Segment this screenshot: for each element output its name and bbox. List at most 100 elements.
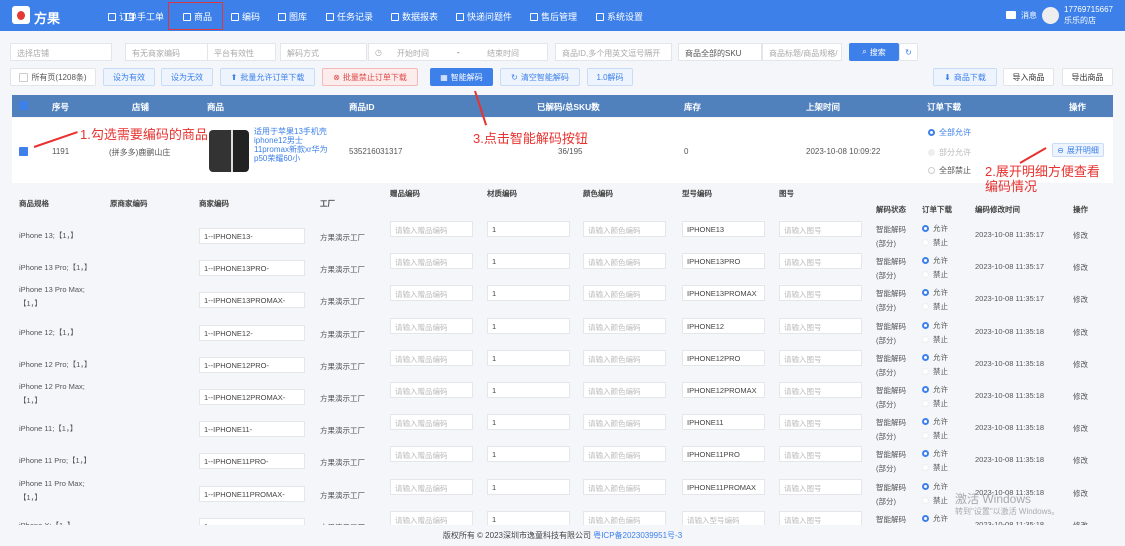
figure-no-input[interactable]: 请输入图号 [779, 285, 862, 302]
radio-allow[interactable]: 允许 [922, 481, 948, 492]
product-id-input[interactable]: 商品ID,多个用英文逗号隔开 [555, 43, 672, 61]
color-code-input[interactable]: 请输入颜色编码 [583, 317, 666, 334]
merchant-code-input[interactable]: 1--IPHONE13PROMAX- [199, 292, 305, 309]
nav-item-8[interactable]: 售后管理 [530, 10, 577, 23]
product-thumbnail[interactable] [209, 130, 249, 172]
user-menu[interactable]: 消息 17769715667 乐乐的店 [1006, 4, 1113, 26]
gift-code-input[interactable]: 请输入赠品编码 [390, 510, 473, 525]
edit-link[interactable]: 修改 [1073, 294, 1088, 305]
color-code-input[interactable]: 请输入颜色编码 [583, 446, 666, 463]
radio-partial-allow[interactable]: 部分允许 [928, 147, 971, 158]
model-code-input[interactable]: 请输入型号编码 [682, 510, 765, 525]
material-code-input[interactable]: 1 [487, 285, 570, 302]
material-code-input[interactable]: 1 [487, 253, 570, 270]
model-code-input[interactable]: IPHONE12 [682, 317, 765, 334]
figure-no-input[interactable]: 请输入图号 [779, 253, 862, 270]
gift-code-input[interactable]: 请输入赠品编码 [390, 414, 473, 431]
checkbox[interactable] [19, 72, 29, 82]
select-all-checkbox[interactable] [19, 101, 28, 110]
color-code-input[interactable]: 请输入颜色编码 [583, 382, 666, 398]
figure-no-input[interactable]: 请输入图号 [779, 414, 862, 431]
radio-forbid[interactable]: 禁止 [922, 334, 948, 345]
color-code-input[interactable]: 请输入颜色编码 [583, 478, 666, 495]
color-code-input[interactable]: 请输入颜色编码 [583, 510, 666, 525]
edit-link[interactable]: 修改 [1073, 391, 1088, 402]
radio-allow[interactable]: 允许 [922, 416, 948, 427]
model-code-input[interactable]: IPHONE11PRO [682, 446, 765, 463]
material-code-input[interactable]: 1 [487, 478, 570, 495]
radio-allow[interactable]: 允许 [922, 223, 948, 234]
model-code-input[interactable]: IPHONE12PRO [682, 349, 765, 366]
gift-code-input[interactable]: 请输入赠品编码 [390, 221, 473, 237]
decode-10-button[interactable]: 1.0解码 [587, 68, 633, 86]
edit-link[interactable]: 修改 [1073, 520, 1088, 525]
radio-forbid[interactable]: 禁止 [922, 269, 948, 280]
export-button[interactable]: 导出商品 [1062, 68, 1113, 86]
search-button[interactable]: ⌕ 搜索 [849, 43, 899, 61]
merchant-code-input[interactable]: 1--IPHONE13- [199, 228, 305, 244]
merchant-code-input[interactable]: 1--IPHONE12- [199, 324, 305, 341]
merchant-code-input[interactable]: 1--IPHONE12PRO- [199, 356, 305, 373]
radio-allow[interactable]: 允许 [922, 448, 948, 459]
merchant-code-input[interactable]: 1 [199, 517, 305, 525]
nav-item-6[interactable]: 数据报表 [391, 10, 438, 23]
edit-link[interactable]: 修改 [1073, 423, 1088, 434]
color-code-input[interactable]: 请输入颜色编码 [583, 414, 666, 431]
edit-link[interactable]: 修改 [1073, 262, 1088, 273]
material-code-input[interactable]: 1 [487, 446, 570, 463]
figure-no-input[interactable]: 请输入图号 [779, 317, 862, 334]
radio-forbid[interactable]: 禁止 [922, 301, 948, 312]
merchant-code-input[interactable]: 1--IPHONE11PRO- [199, 453, 305, 470]
merchant-code-input[interactable]: 1--IPHONE13PRO- [199, 260, 305, 277]
nav-item-7[interactable]: 快递问题件 [456, 10, 512, 23]
figure-no-input[interactable]: 请输入图号 [779, 382, 862, 398]
nav-item-5[interactable]: 任务记录 [326, 10, 373, 23]
sku-scope-select[interactable]: 商品全部的SKU [678, 43, 762, 61]
all-pages-checkbox[interactable]: 所有页(1208条) [10, 68, 96, 86]
batch-allow-button[interactable]: ⬆ 批量允许订单下载 [220, 68, 315, 86]
title-input[interactable]: 商品标题/商品规格/ [762, 43, 842, 61]
gift-code-input[interactable]: 请输入赠品编码 [390, 478, 473, 495]
radio-forbid[interactable]: 禁止 [922, 430, 948, 441]
radio-forbid[interactable]: 禁止 [922, 495, 948, 506]
edit-link[interactable]: 修改 [1073, 359, 1088, 370]
radio-forbid[interactable]: 禁止 [922, 237, 948, 248]
color-code-input[interactable]: 请输入颜色编码 [583, 221, 666, 237]
message-link[interactable]: 消息 [1021, 10, 1037, 21]
gift-code-input[interactable]: 请输入赠品编码 [390, 446, 473, 463]
edit-link[interactable]: 修改 [1073, 327, 1088, 338]
nav-item-1[interactable]: 手工单 [126, 10, 164, 23]
radio-forbid[interactable]: 禁止 [922, 462, 948, 473]
clear-smart-button[interactable]: ↻ 清空智能解码 [500, 68, 580, 86]
model-code-input[interactable]: IPHONE13 [682, 221, 765, 237]
nav-item-4[interactable]: 图库 [278, 10, 307, 23]
batch-forbid-button[interactable]: ⊗ 批量禁止订单下载 [322, 68, 418, 86]
message-icon[interactable] [1006, 11, 1017, 19]
radio-allow[interactable]: 允许 [922, 320, 948, 331]
platform-valid-select[interactable]: 平台有效性 [207, 43, 276, 61]
icp-link[interactable]: 粤ICP备2023039951号-3 [593, 531, 682, 540]
edit-link[interactable]: 修改 [1073, 230, 1088, 241]
row-checkbox[interactable] [19, 147, 28, 156]
merchant-code-select[interactable]: 有无商家编码 [125, 43, 211, 61]
edit-link[interactable]: 修改 [1073, 455, 1088, 466]
avatar[interactable] [1042, 6, 1060, 24]
figure-no-input[interactable]: 请输入图号 [779, 478, 862, 495]
figure-no-input[interactable]: 请输入图号 [779, 221, 862, 237]
radio-forbid[interactable]: 禁止 [922, 398, 948, 409]
edit-link[interactable]: 修改 [1073, 488, 1088, 499]
refresh-button[interactable]: ↻ [899, 43, 918, 61]
set-valid-button[interactable]: 设为有效 [103, 68, 155, 86]
material-code-input[interactable]: 1 [487, 382, 570, 398]
end-date[interactable]: 结束时间 [487, 48, 519, 59]
gift-code-input[interactable]: 请输入赠品编码 [390, 317, 473, 334]
material-code-input[interactable]: 1 [487, 317, 570, 334]
model-code-input[interactable]: IPHONE12PROMAX [682, 382, 765, 398]
nav-item-3[interactable]: 编码 [231, 10, 260, 23]
figure-no-input[interactable]: 请输入图号 [779, 446, 862, 463]
gift-code-input[interactable]: 请输入赠品编码 [390, 349, 473, 366]
model-code-input[interactable]: IPHONE11 [682, 414, 765, 431]
import-button[interactable]: 导入商品 [1003, 68, 1054, 86]
radio-allow[interactable]: 允许 [922, 513, 948, 524]
start-date[interactable]: 开始时间 [397, 48, 429, 59]
